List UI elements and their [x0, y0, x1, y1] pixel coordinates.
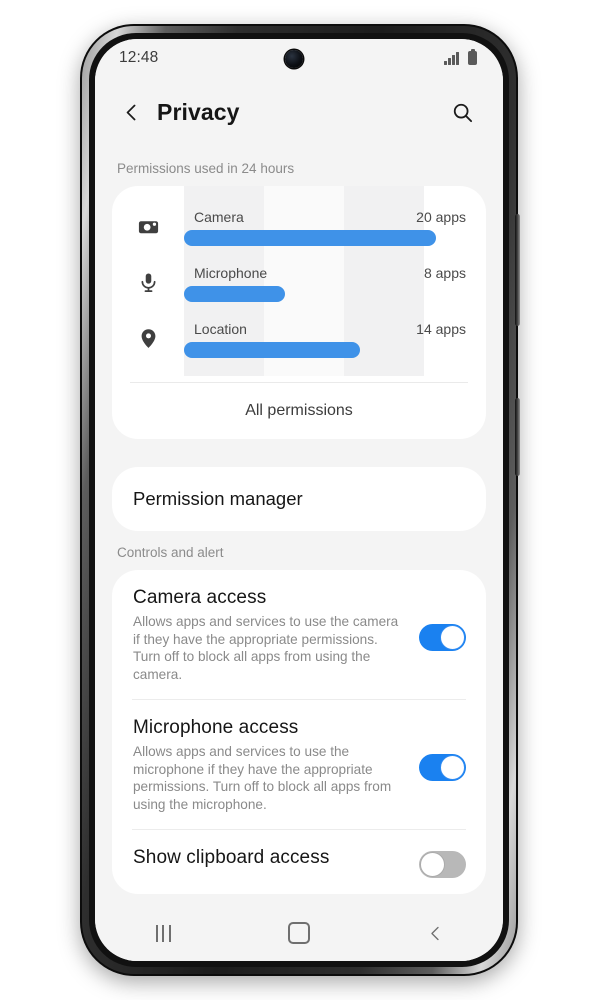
permission-manager-card: Permission manager	[112, 467, 486, 531]
back-icon	[430, 926, 439, 940]
chart-main-microphone: Microphone 8 apps	[184, 254, 486, 310]
home-button[interactable]	[267, 910, 331, 956]
toggle-knob	[440, 624, 465, 650]
back-button[interactable]	[109, 90, 153, 134]
clipboard-access-title: Show clipboard access	[133, 847, 330, 868]
system-navigation-bar	[95, 905, 503, 961]
microphone-access-toggle[interactable]	[419, 753, 466, 781]
controls-caption: Controls and alert	[117, 545, 224, 560]
microphone-access-row[interactable]: Microphone access Allows apps and servic…	[112, 700, 486, 829]
controls-card: Camera access Allows apps and services t…	[112, 570, 486, 894]
chevron-left-icon	[126, 104, 135, 120]
phone-screen: 12:48 Privacy Permissions used in 24 hou…	[95, 39, 503, 961]
chart-row-camera[interactable]: Camera 20 apps	[112, 198, 486, 254]
chart-row-microphone[interactable]: Microphone 8 apps	[112, 254, 486, 310]
power-button[interactable]	[515, 398, 520, 476]
status-bar-clock: 12:48	[119, 49, 159, 66]
microphone-access-texts: Microphone access Allows apps and servic…	[133, 717, 419, 813]
microphone-access-title: Microphone access	[133, 717, 299, 738]
recents-button[interactable]	[131, 910, 195, 956]
all-permissions-button[interactable]: All permissions	[112, 383, 486, 439]
battery-icon	[468, 48, 477, 65]
clipboard-access-toggle-wrap	[419, 847, 466, 878]
clipboard-access-texts: Show clipboard access	[133, 847, 419, 873]
chart-main-camera: Camera 20 apps	[184, 198, 486, 254]
toggle-knob	[420, 852, 445, 877]
front-camera-punch-hole	[285, 50, 303, 68]
location-pin-icon	[112, 310, 184, 366]
volume-button[interactable]	[515, 214, 520, 326]
back-nav-button[interactable]	[403, 910, 467, 956]
location-pin-icon-glyph	[141, 328, 155, 348]
microphone-access-toggle-wrap	[419, 750, 466, 781]
microphone-icon	[112, 254, 184, 310]
permissions-usage-chart: Camera 20 apps Microphone 8 apps Locatio…	[112, 186, 486, 376]
clipboard-access-row[interactable]: Show clipboard access	[112, 830, 486, 894]
chart-row-location[interactable]: Location 14 apps	[112, 310, 486, 366]
camera-access-description: Allows apps and services to use the came…	[133, 614, 399, 682]
camera-access-toggle[interactable]	[419, 623, 466, 651]
toggle-knob	[440, 754, 465, 780]
camera-access-texts: Camera access Allows apps and services t…	[133, 587, 419, 683]
microphone-icon-glyph	[141, 272, 155, 292]
camera-icon-glyph	[138, 220, 158, 233]
clipboard-access-toggle[interactable]	[419, 851, 466, 878]
app-header: Privacy	[95, 77, 503, 147]
permissions-usage-card: Camera 20 apps Microphone 8 apps Locatio…	[112, 186, 486, 439]
status-bar-indicators	[444, 48, 477, 65]
chart-bar-camera	[184, 230, 436, 246]
chart-label-microphone: Microphone	[194, 265, 268, 281]
permission-manager-row[interactable]: Permission manager	[112, 467, 486, 531]
search-button[interactable]	[441, 91, 483, 133]
chart-bar-location	[184, 342, 361, 358]
screenshot-root: 12:48 Privacy Permissions used in 24 hou…	[0, 0, 598, 1000]
chart-label-camera: Camera	[194, 209, 244, 225]
chart-bar-microphone	[184, 286, 285, 302]
search-icon	[453, 103, 472, 122]
camera-access-row[interactable]: Camera access Allows apps and services t…	[112, 570, 486, 699]
signal-bars-icon	[444, 51, 459, 65]
chart-count-camera: 20 apps	[416, 209, 466, 225]
usage-caption: Permissions used in 24 hours	[117, 161, 295, 176]
page-title: Privacy	[157, 98, 240, 125]
camera-access-title: Camera access	[133, 587, 267, 608]
camera-access-toggle-wrap	[419, 620, 466, 651]
recents-icon	[155, 924, 171, 942]
chart-label-location: Location	[194, 321, 247, 337]
microphone-access-description: Allows apps and services to use the micr…	[133, 744, 392, 812]
chart-count-location: 14 apps	[416, 321, 466, 337]
chart-count-microphone: 8 apps	[423, 265, 466, 281]
settings-scroll-area[interactable]: Permissions used in 24 hours Camera 20 a…	[95, 147, 503, 905]
chart-main-location: Location 14 apps	[184, 310, 486, 366]
camera-icon	[112, 198, 184, 254]
home-icon	[288, 922, 310, 944]
